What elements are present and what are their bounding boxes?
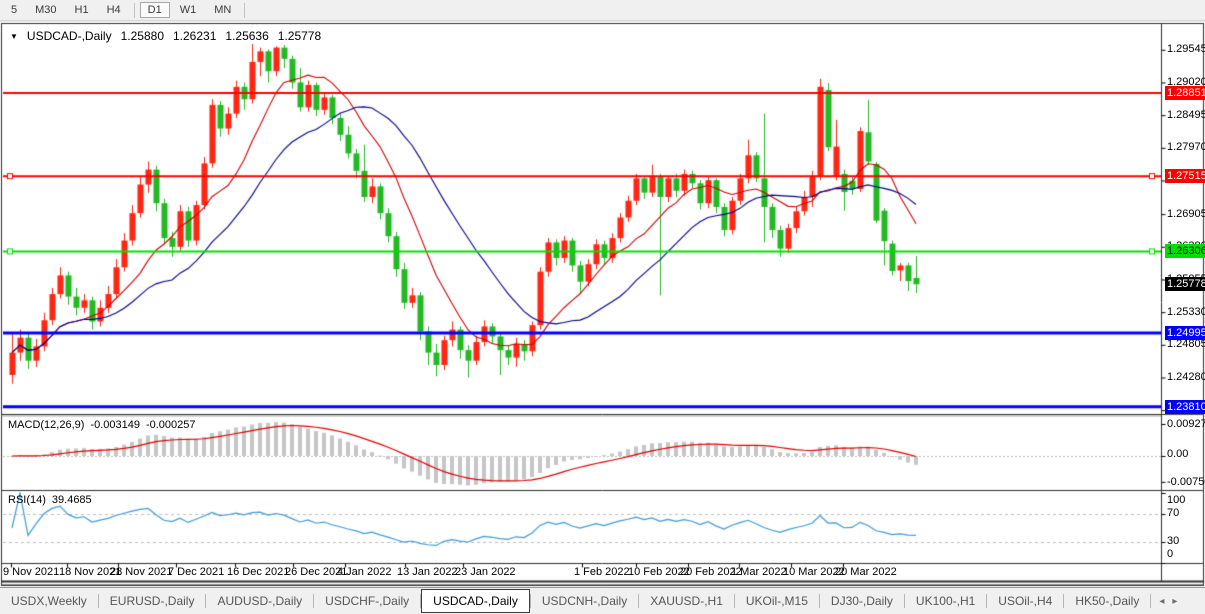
toolbar-separator	[244, 3, 245, 18]
timeframe-button-h4[interactable]: H4	[99, 2, 129, 18]
timeframe-button-m30[interactable]: M30	[27, 2, 64, 18]
timeframe-button-mn[interactable]: MN	[206, 2, 239, 18]
mt4-application: 5M30H1H4D1W1MN ▼ USDCAD-,Daily 1.25880 1…	[0, 0, 1205, 613]
tab-dj30-daily[interactable]: DJ30-,Daily	[820, 588, 904, 614]
tab-scroll-right-icon[interactable]: ▸	[1172, 596, 1177, 607]
tab-xauusd-h1[interactable]: XAUUSD-,H1	[639, 588, 734, 614]
tab-usdx-weekly[interactable]: USDX,Weekly	[0, 588, 98, 614]
timeframe-button-h1[interactable]: H1	[67, 2, 97, 18]
tab-usdcad-daily[interactable]: USDCAD-,Daily	[421, 589, 530, 613]
tab-usoil-h4[interactable]: USOil-,H4	[987, 588, 1063, 614]
tab-hk50-daily[interactable]: HK50-,Daily	[1064, 588, 1150, 614]
tab-eurusd-daily[interactable]: EURUSD-,Daily	[99, 588, 206, 614]
tab-usdchf-daily[interactable]: USDCHF-,Daily	[314, 588, 420, 614]
tab-ukoil-m15[interactable]: UKOil-,M15	[735, 588, 819, 614]
toolbar-separator	[134, 3, 135, 18]
tab-scroll-left-icon[interactable]: ◂	[1159, 596, 1164, 607]
tab-uk100-h1[interactable]: UK100-,H1	[905, 588, 986, 614]
chart-tab-bar: USDX,WeeklyEURUSD-,DailyAUDUSD-,DailyUSD…	[0, 587, 1205, 614]
timeframe-button-w1[interactable]: W1	[172, 2, 205, 18]
tab-usdcnh-daily[interactable]: USDCNH-,Daily	[531, 588, 638, 614]
tab-audusd-daily[interactable]: AUDUSD-,Daily	[206, 588, 313, 614]
timeframe-button-5[interactable]: 5	[3, 2, 25, 18]
timeframe-button-d1[interactable]: D1	[140, 2, 170, 18]
price-chart-canvas[interactable]	[0, 0, 1205, 613]
timeframe-toolbar: 5M30H1H4 D1W1MN	[0, 0, 1205, 21]
